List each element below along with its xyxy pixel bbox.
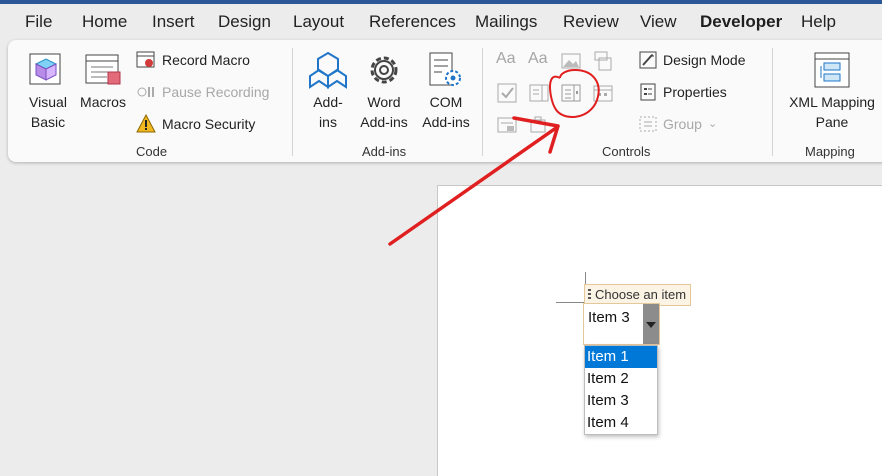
xml-mapping-label-1: XML Mapping <box>789 94 875 110</box>
dropdown-selected-value: Item 3 <box>588 309 630 326</box>
dropdown-content-control[interactable]: Item 3 <box>583 303 660 345</box>
group-icon <box>639 116 657 132</box>
tab-references[interactable]: References <box>369 12 456 32</box>
com-addins-label-1: COM <box>429 94 463 110</box>
rich-text-control-icon[interactable]: Aa <box>496 50 518 72</box>
com-addins-label-2: Add-ins <box>422 114 470 130</box>
addins-group-label: Add-ins <box>362 144 407 159</box>
group-label: Group <box>663 116 702 132</box>
dropdown-option[interactable]: Item 3 <box>585 390 657 412</box>
visual-basic-label-1: Visual <box>29 94 67 110</box>
design-mode-label: Design Mode <box>663 52 746 68</box>
gear-icon <box>370 56 398 84</box>
tab-developer[interactable]: Developer <box>700 12 782 32</box>
tab-file[interactable]: File <box>25 12 52 32</box>
addins-icon <box>309 51 347 89</box>
dropdown-arrow-icon[interactable] <box>643 304 659 344</box>
warning-icon <box>136 114 156 133</box>
content-control-title: Choose an item <box>595 287 687 302</box>
dropdown-option[interactable]: Item 4 <box>585 412 657 434</box>
dropdown-list-control-icon[interactable] <box>560 82 582 104</box>
group-separator <box>482 48 483 156</box>
tab-review[interactable]: Review <box>563 12 619 32</box>
tab-home[interactable]: Home <box>82 12 127 32</box>
combo-box-control-icon[interactable] <box>528 82 550 104</box>
tab-layout[interactable]: Layout <box>293 12 344 32</box>
record-macro-label: Record Macro <box>162 52 250 68</box>
dropdown-option[interactable]: Item 1 <box>585 346 657 368</box>
text-boundary-mark <box>585 272 586 284</box>
com-addins-icon <box>429 52 461 86</box>
dropdown-option[interactable]: Item 2 <box>585 368 657 390</box>
building-block-control-icon[interactable] <box>592 50 614 72</box>
xml-mapping-icon <box>814 52 850 88</box>
xml-mapping-label-2: Pane <box>815 114 849 130</box>
design-mode-icon <box>639 51 657 69</box>
code-group-label: Code <box>136 144 168 159</box>
pause-recording-label: Pause Recording <box>162 84 270 100</box>
visual-basic-icon <box>29 53 61 85</box>
tab-mailings[interactable]: Mailings <box>475 12 537 32</box>
pause-icon <box>137 87 154 97</box>
plain-text-control-icon[interactable]: Aa <box>528 50 550 72</box>
ribbon-tabs: File Home Insert Design Layout Reference… <box>0 4 882 43</box>
group-separator <box>772 48 773 156</box>
record-macro-icon <box>136 51 155 68</box>
repeating-section-control-icon[interactable] <box>496 114 518 136</box>
text-boundary-mark <box>556 302 584 303</box>
drag-handle-icon[interactable] <box>588 289 591 301</box>
controls-group-label: Controls <box>602 144 651 159</box>
checkbox-control-icon[interactable] <box>496 82 518 104</box>
macros-label: Macros <box>80 94 126 110</box>
ribbon: Visual Basic Macros Record Macro Pause R… <box>8 40 882 162</box>
properties-icon <box>640 83 656 101</box>
addins-label-1: Add- <box>313 94 343 110</box>
addins-label-2: ins <box>319 114 337 130</box>
legacy-tools-icon[interactable] <box>528 114 550 136</box>
word-addins-label-1: Word <box>367 94 401 110</box>
dropdown-list: Item 1 Item 2 Item 3 Item 4 <box>584 345 658 435</box>
macro-security-label: Macro Security <box>162 116 256 132</box>
chevron-down-icon: ⌄ <box>708 118 718 130</box>
date-picker-control-icon[interactable] <box>592 82 614 104</box>
group-separator <box>292 48 293 156</box>
picture-control-icon[interactable] <box>560 50 582 72</box>
tab-design[interactable]: Design <box>218 12 271 32</box>
macros-icon <box>85 54 121 85</box>
tab-insert[interactable]: Insert <box>152 12 195 32</box>
tab-help[interactable]: Help <box>801 12 836 32</box>
tab-view[interactable]: View <box>640 12 677 32</box>
properties-label: Properties <box>663 84 727 100</box>
mapping-group-label: Mapping <box>805 144 855 159</box>
visual-basic-label-2: Basic <box>30 114 66 130</box>
word-addins-label-2: Add-ins <box>360 114 408 130</box>
